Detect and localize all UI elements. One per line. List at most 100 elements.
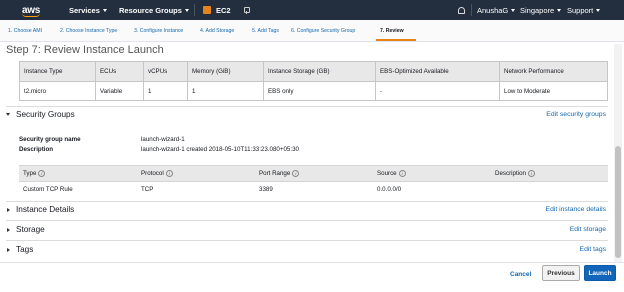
page-title: Step 7: Review Instance Launch [6, 44, 164, 56]
tags-toggle[interactable]: Tags [6, 245, 33, 254]
chevron-down-icon [102, 8, 107, 12]
security-group-name-value: launch-wizard-1 [141, 136, 185, 143]
section-divider [6, 240, 608, 241]
column-header: ECUs [95, 61, 144, 82]
info-icon[interactable]: i [38, 169, 46, 177]
security-group-description-label: Description [19, 146, 54, 153]
security-groups-title: Security Groups [16, 110, 75, 119]
pin-icon [243, 6, 250, 14]
region-menu[interactable]: Singapore [520, 0, 562, 20]
table-cell: EBS only [263, 81, 376, 101]
column-header: Type i [19, 165, 137, 182]
column-header: Instance Type [19, 61, 96, 82]
table-cell: 3389 [259, 186, 273, 194]
column-header: Protocol i [137, 165, 255, 182]
column-header-label: Protocol [141, 170, 164, 178]
footer-divider [0, 262, 624, 263]
caret-right-icon [7, 247, 10, 252]
caret-right-icon [7, 207, 10, 212]
column-header: Instance Storage (GB) [263, 61, 376, 82]
column-header: Source i [373, 165, 491, 182]
table-row: t2.micro Variable 1 1 EBS only - Low to … [19, 81, 608, 101]
ec2-cube-icon [203, 6, 211, 14]
step-choose-ami[interactable]: 1. Choose AMI [8, 20, 42, 42]
step-configure-instance[interactable]: 3. Configure Instance [134, 20, 183, 42]
security-group-description-value: launch-wizard-1 created 2018-05-10T11:33… [141, 146, 299, 153]
step-choose-instance-type[interactable]: 2. Choose Instance Type [60, 20, 117, 42]
ec2-service-label: EC2 [216, 5, 231, 15]
instance-details-toggle[interactable]: Instance Details [6, 205, 74, 214]
column-header-label: Source [377, 170, 397, 178]
table-cell [491, 182, 608, 198]
info-icon[interactable]: i [527, 169, 535, 177]
column-header: vCPUs [143, 61, 188, 82]
section-divider [6, 201, 608, 202]
active-step-indicator [376, 39, 416, 41]
caret-right-icon [7, 227, 10, 232]
bell-icon [458, 6, 465, 14]
security-groups-toggle[interactable]: Security Groups [6, 110, 75, 119]
section-divider [6, 106, 608, 107]
services-menu[interactable]: Services [69, 0, 107, 20]
security-group-name-label: Security group name [19, 136, 81, 143]
step-add-tags[interactable]: 5. Add Tags [252, 20, 279, 42]
account-menu[interactable]: AnushaG [477, 0, 516, 20]
chevron-down-icon [596, 8, 601, 12]
resource-groups-menu[interactable]: Resource Groups [119, 0, 189, 20]
table-cell: TCP [141, 186, 154, 194]
info-icon[interactable]: i [398, 169, 406, 177]
resource-groups-menu-label: Resource Groups [119, 5, 182, 15]
column-header-label: Port Range [259, 170, 291, 178]
pin-service-button[interactable] [243, 0, 250, 20]
table-cell: Low to Moderate [499, 81, 608, 101]
cancel-button[interactable]: Cancel [510, 267, 531, 281]
table-cell: 1 [143, 81, 188, 101]
edit-tags-link[interactable]: Edit tags [580, 246, 606, 253]
section-divider [6, 220, 608, 221]
column-header: Description i [491, 165, 608, 182]
aws-logo[interactable]: aws [22, 0, 40, 20]
storage-title: Storage [16, 225, 45, 234]
table-header-row: Instance Type ECUs vCPUs Memory (GiB) In… [19, 61, 608, 82]
edit-instance-details-link[interactable]: Edit instance details [546, 206, 606, 213]
wizard-steps: 1. Choose AMI 2. Choose Instance Type 3.… [0, 20, 624, 42]
chevron-down-icon [511, 8, 516, 12]
storage-toggle[interactable]: Storage [6, 225, 45, 234]
step-configure-security-group[interactable]: 6. Configure Security Group [291, 20, 355, 42]
previous-button[interactable]: Previous [542, 265, 580, 281]
column-header: Port Range i [255, 165, 373, 182]
nav-separator [471, 4, 472, 16]
instance-details-title: Instance Details [16, 205, 75, 214]
top-navigation-bar: aws Services Resource Groups EC2 AnushaG… [0, 0, 624, 20]
support-menu[interactable]: Support [567, 0, 601, 20]
edit-security-groups-link[interactable]: Edit security groups [546, 111, 606, 118]
column-header-label: Type [23, 170, 37, 178]
services-menu-label: Services [69, 5, 100, 15]
info-icon[interactable]: i [292, 169, 300, 177]
table-header-row: Type i Protocol i Port Range i Source i Desc… [19, 165, 608, 182]
table-cell: - [375, 81, 500, 101]
chevron-down-icon [557, 8, 562, 12]
table-cell: 1 [187, 81, 264, 101]
info-icon[interactable]: i [165, 169, 173, 177]
step-add-storage[interactable]: 4. Add Storage [200, 20, 234, 42]
notifications-button[interactable] [458, 0, 465, 20]
table-cell: Custom TCP Rule [23, 186, 73, 194]
table-cell: 0.0.0.0/0 [377, 186, 402, 194]
caret-down-icon [6, 113, 10, 116]
table-row: Custom TCP Rule TCP 3389 0.0.0.0/0 [19, 182, 608, 198]
launch-button[interactable]: Launch [584, 265, 616, 281]
security-rules-table: Type i Protocol i Port Range i Source i Desc… [19, 165, 608, 198]
edit-storage-link[interactable]: Edit storage [570, 226, 606, 233]
table-cell: t2.micro [19, 81, 96, 101]
chevron-down-icon [184, 8, 189, 12]
nav-separator [194, 4, 195, 16]
region-menu-label: Singapore [520, 5, 555, 15]
tags-title: Tags [16, 245, 34, 254]
scrollbar-thumb[interactable] [615, 146, 621, 258]
table-cell: Variable [95, 81, 144, 101]
ec2-service-link[interactable]: EC2 [203, 0, 231, 20]
support-menu-label: Support [567, 5, 594, 15]
instance-type-table: Instance Type ECUs vCPUs Memory (GiB) In… [19, 61, 608, 101]
column-header: Network Performance [499, 61, 608, 82]
